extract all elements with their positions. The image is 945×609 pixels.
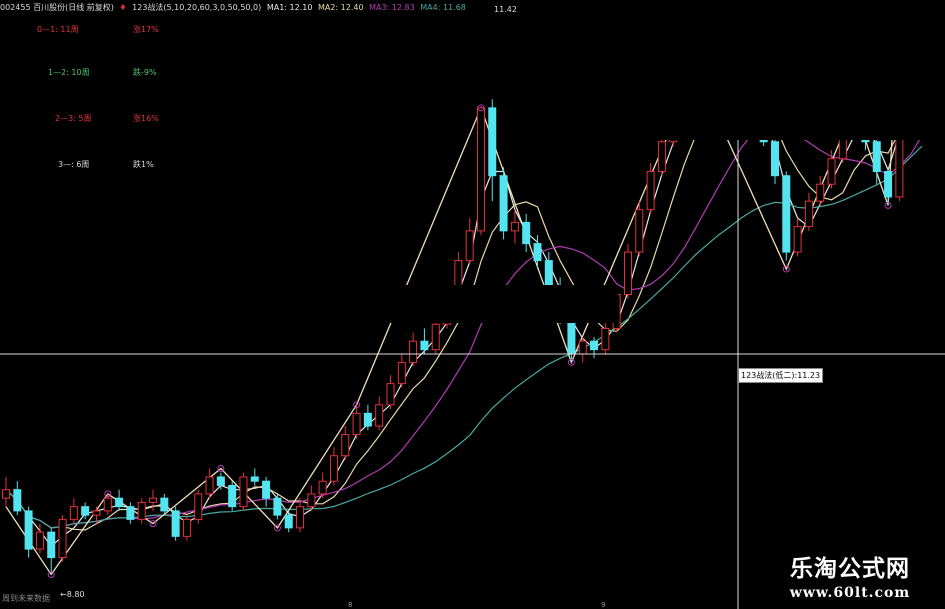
site-watermark: 乐淘公式网 www.60lt.com: [755, 548, 945, 609]
candle-body: [1, 489, 11, 499]
candle-body: [47, 531, 56, 559]
candle-body: [386, 383, 395, 406]
watermark-title: 乐淘公式网: [790, 555, 910, 582]
leg-label: 1—2: 10周: [48, 68, 90, 77]
candle-body: [635, 209, 644, 253]
candle-body: [352, 412, 361, 436]
indicator-params: 123战法(5,10,20,60,3,0,50,50,0): [132, 3, 262, 12]
candle-body: [81, 506, 90, 516]
candle-body: [544, 260, 553, 287]
x-tick: 9: [601, 601, 606, 609]
candle-body: [182, 518, 191, 537]
candle-body: [533, 243, 542, 262]
candle-body: [228, 484, 237, 508]
candle-body: [488, 107, 497, 177]
chart-stage: 002455 百川股份(日线 前复权) ♦ 123战法(5,10,20,60,3…: [0, 0, 945, 609]
candle-body: [872, 141, 881, 172]
candle-body: [13, 489, 22, 512]
ma3-value: MA3: 12.83: [369, 3, 415, 12]
candle-body: [69, 506, 78, 520]
candle-body: [307, 493, 316, 508]
ma2-value: MA2: 12.40: [317, 3, 364, 12]
candle-body: [522, 221, 531, 245]
ma1-value: MA1: 12.10: [266, 3, 313, 12]
leg-label: 2—3: 5周: [55, 114, 92, 123]
x-tick: 8: [348, 601, 353, 609]
candle-body: [770, 141, 779, 177]
watermark-url: www.60lt.com: [789, 585, 911, 601]
candle-body: [137, 501, 146, 520]
candle-body: [250, 476, 259, 482]
candle-body: [827, 158, 836, 185]
candle-body: [318, 480, 327, 495]
candle-body: [239, 476, 248, 508]
price-readout: 11.42: [494, 5, 517, 14]
candle-body: [578, 340, 587, 355]
candle-body: [601, 327, 610, 351]
candle-body: [465, 230, 474, 262]
indicator-arrow-icon: ♦: [119, 3, 127, 12]
candle-body: [657, 141, 666, 172]
candle-body: [420, 340, 429, 351]
candle-body: [804, 200, 813, 228]
candle-body: [160, 497, 169, 512]
candle-body: [375, 404, 384, 427]
leg-label: 3—: 6周: [58, 160, 90, 169]
leg-change: 跌-9%: [133, 68, 157, 77]
chart-header: 002455 百川股份(日线 前复权) ♦ 123战法(5,10,20,60,3…: [0, 0, 469, 16]
redaction-block: [326, 285, 618, 323]
candle-body: [431, 323, 440, 351]
candle-body: [126, 506, 135, 520]
stock-title: 002455 百川股份(日线 前复权): [0, 3, 114, 12]
crosshair-tooltip: 123战法(低二):11.23: [738, 368, 824, 383]
candle-body: [35, 531, 44, 550]
candle-body: [623, 251, 632, 296]
candle-body: [103, 497, 112, 512]
redaction-block: [534, 0, 945, 140]
candle-body: [115, 497, 124, 508]
candle-body: [884, 170, 893, 198]
candle-body: [510, 221, 519, 232]
candle-body: [284, 514, 293, 529]
candle-body: [341, 434, 350, 457]
footer-note: 周到未来数据: [2, 594, 50, 603]
leg-change: 涨17%: [133, 25, 159, 34]
candle-body: [816, 183, 825, 202]
candle-body: [262, 480, 271, 499]
candle-body: [476, 107, 485, 232]
candle-body: [149, 497, 158, 503]
candle-body: [24, 510, 33, 550]
candle-body: [216, 476, 225, 486]
low-price-value: 8.80: [66, 590, 85, 599]
candle-body: [92, 510, 101, 516]
candle-body: [590, 340, 599, 351]
candle-body: [363, 412, 372, 427]
candle-body: [273, 497, 282, 516]
leg-change: 跌1%: [133, 160, 154, 169]
candle-body: [793, 226, 802, 253]
leg-change: 涨16%: [133, 114, 159, 123]
candle-body: [171, 510, 180, 537]
candle-body: [646, 170, 655, 211]
candle-body: [58, 518, 67, 559]
candle-body: [329, 455, 338, 482]
candle-body: [782, 175, 791, 253]
candle-body: [409, 340, 418, 363]
candle-body: [567, 319, 576, 355]
candle-body: [194, 493, 203, 520]
candle-body: [397, 361, 406, 385]
ma4-value: MA4: 11.68: [420, 3, 466, 12]
low-price-label: ←8.80: [60, 590, 85, 599]
candle-body: [296, 506, 305, 529]
candle-body: [205, 476, 214, 495]
leg-label: 0—1: 11周: [37, 25, 79, 34]
candle-body: [499, 175, 508, 232]
